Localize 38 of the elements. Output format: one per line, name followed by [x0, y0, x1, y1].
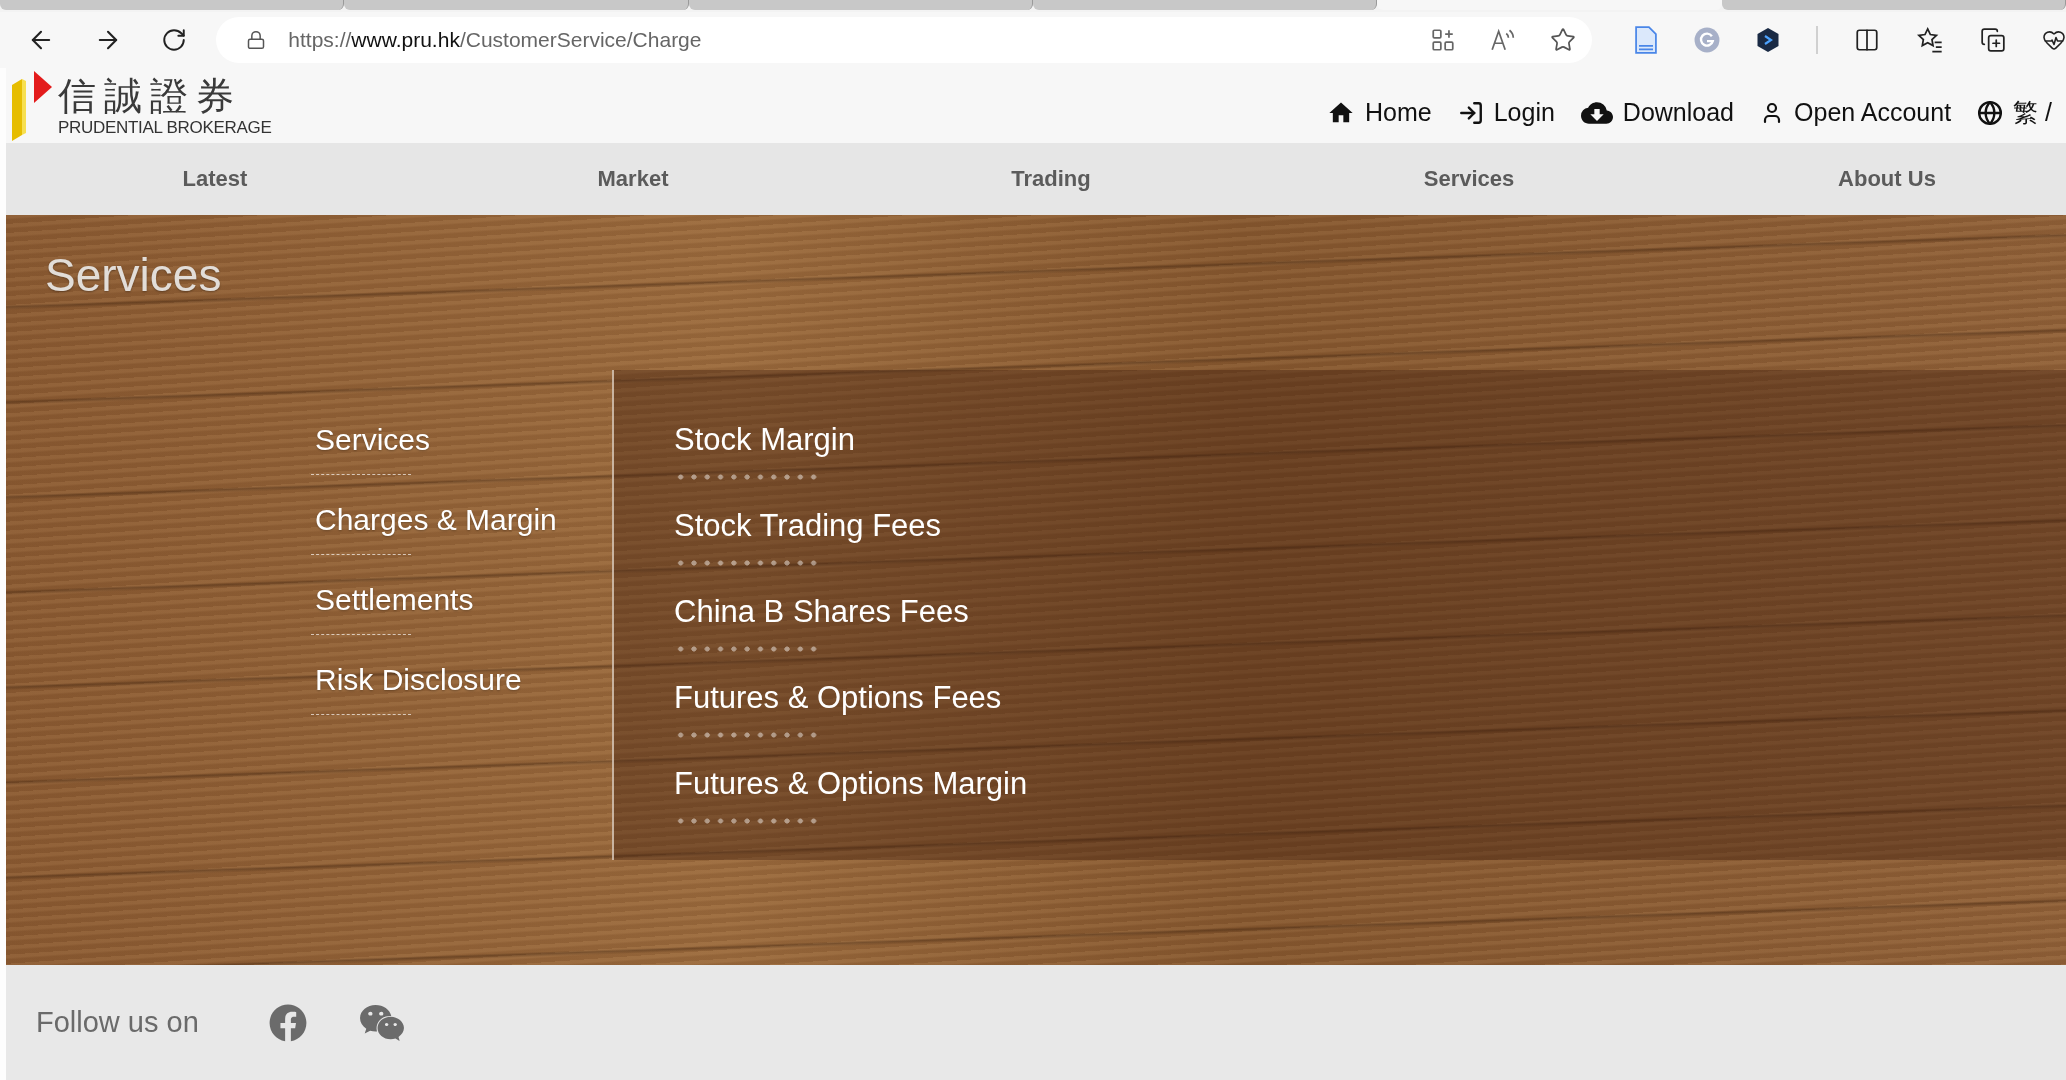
url-field[interactable]: https://www.pru.hk/CustomerService/Charge: [288, 28, 702, 52]
nav-menu-item[interactable]: Latest: [182, 166, 248, 192]
submenu-link[interactable]: Stock Trading Fees: [674, 508, 942, 544]
globe-icon: [1977, 99, 2004, 126]
split-screen-icon[interactable]: [1854, 27, 1880, 53]
submenu-link[interactable]: Futures & Options Margin: [674, 766, 1028, 802]
facebook-icon: [268, 1003, 307, 1042]
heart-pulse-icon[interactable]: [2042, 28, 2066, 52]
facebook-link[interactable]: [268, 1003, 307, 1042]
favorites-icon[interactable]: [1916, 26, 1944, 54]
nav-menu-item[interactable]: Services: [1423, 166, 1515, 192]
nav-menu-item[interactable]: About Us: [1838, 166, 1936, 192]
header-link[interactable]: Home: [1327, 98, 1432, 127]
side-menu-item[interactable]: Risk Disclosure: [315, 662, 522, 698]
header-link[interactable]: Download: [1580, 96, 1735, 129]
follow-label: Follow us on: [36, 1006, 199, 1039]
login-icon: [1457, 99, 1484, 126]
logo-english-text: PRUDENTIAL BROKERAGE: [58, 117, 272, 138]
submenu-link[interactable]: Futures & Options Fees: [674, 680, 1002, 716]
header-link[interactable]: Login: [1457, 98, 1555, 127]
nav-menu-item[interactable]: Trading: [1011, 166, 1091, 192]
logo-chinese-text: 信誠證券: [58, 73, 243, 118]
logo-mark-icon[interactable]: [10, 70, 54, 141]
document-icon[interactable]: [1634, 26, 1658, 54]
refresh-icon: [161, 27, 188, 53]
collections-icon[interactable]: [1980, 27, 2006, 53]
side-menu-item[interactable]: Charges & Margin: [315, 502, 557, 538]
address-bar[interactable]: https://www.pru.hk/CustomerService/Charge: [216, 17, 1592, 63]
side-menu-item[interactable]: Settlements: [315, 582, 474, 618]
submenu-link[interactable]: Stock Margin: [674, 422, 855, 458]
page-title: Services: [45, 249, 222, 301]
header-link[interactable]: 繁 /: [1977, 96, 2052, 129]
submenu-link[interactable]: China B Shares Fees: [674, 594, 969, 630]
lock-icon: [246, 30, 267, 50]
hexagon-extension-icon[interactable]: [1756, 27, 1780, 53]
side-menu-item[interactable]: Services: [315, 422, 431, 458]
header-link[interactable]: Open Account: [1760, 98, 1952, 127]
nav-menu-item[interactable]: Market: [597, 166, 669, 192]
